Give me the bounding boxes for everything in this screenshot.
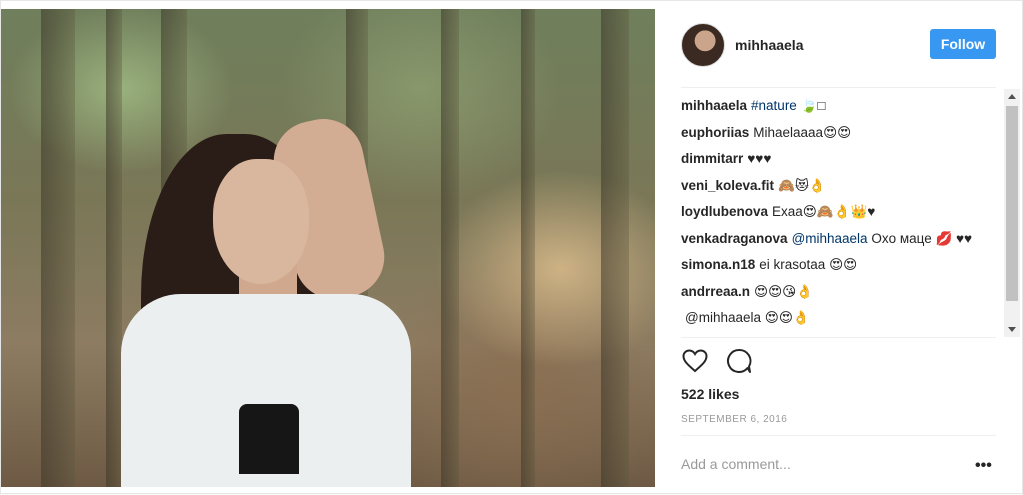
comment-username[interactable]: simona.n18 xyxy=(681,257,755,272)
scroll-down-arrow-icon[interactable] xyxy=(1008,327,1016,332)
follow-button[interactable]: Follow xyxy=(930,29,996,59)
comment-text: Oxo маце 💋 ♥♥ xyxy=(871,230,973,246)
tree-trunk xyxy=(41,9,75,487)
mention-link[interactable]: @mihhaaela xyxy=(792,231,868,246)
tree-trunk xyxy=(521,9,535,487)
comment-username[interactable]: veni_koleva.fit xyxy=(681,178,774,193)
heart-icon[interactable] xyxy=(681,347,709,375)
post-date[interactable]: SEPTEMBER 6, 2016 xyxy=(681,414,787,425)
comment-item: mihhaaela #nature 🍃□ xyxy=(681,93,1001,120)
add-comment-input[interactable] xyxy=(681,456,941,472)
comment-item: loydlubenova Exaa😍🙈👌👑♥ xyxy=(681,199,1001,226)
divider xyxy=(681,337,996,338)
comment-item: veni_koleva.fit 🙈😻👌 xyxy=(681,173,1001,200)
scrollbar-thumb[interactable] xyxy=(1006,106,1018,301)
comment-username[interactable]: andrreaa.n xyxy=(681,284,750,299)
comment-username[interactable]: loydlubenova xyxy=(681,204,768,219)
divider xyxy=(681,87,996,88)
person-face xyxy=(213,159,309,284)
comment-item: simona.n18 ei krasotaa 😍😍 xyxy=(681,252,1001,279)
comment-text: @mihhaaela 😍😍👌 xyxy=(685,310,810,325)
comment-item: venkadraganova @mihhaaela Oxo маце 💋 ♥♥ xyxy=(681,226,1001,253)
avatar[interactable] xyxy=(681,23,725,67)
post-username[interactable]: mihhaaela xyxy=(735,37,803,53)
comment-list: mihhaaela #nature 🍃□ euphoriias Mihaelaaaa… xyxy=(681,93,1001,336)
comment-text: 🍃□ xyxy=(800,98,826,113)
hashtag-link[interactable]: #nature xyxy=(751,98,797,113)
post-side-panel: mihhaaela Follow mihhaaela #nature 🍃□ eup… xyxy=(655,1,1023,495)
comment-text: 😍😍😘👌 xyxy=(754,283,814,299)
more-options-icon[interactable]: ••• xyxy=(975,457,992,475)
comments-scrollbar[interactable] xyxy=(1004,89,1020,337)
comment-bubble-icon[interactable] xyxy=(725,347,753,375)
likes-count[interactable]: 522 likes xyxy=(681,386,739,402)
comment-username[interactable]: venkadraganova xyxy=(681,231,788,246)
comment-text: Mihaelaaaa😍😍 xyxy=(753,124,852,140)
person-top xyxy=(239,404,299,474)
comment-item: @mihhaaela 😍😍👌 xyxy=(681,305,1001,332)
comment-username[interactable]: euphoriias xyxy=(681,125,749,140)
post-photo[interactable] xyxy=(1,9,655,487)
comment-username[interactable]: mihhaaela xyxy=(681,98,747,113)
comment-text: 🙈😻👌 xyxy=(778,177,826,193)
post-window: mihhaaela Follow mihhaaela #nature 🍃□ eup… xyxy=(0,0,1023,494)
comment-item: euphoriias Mihaelaaaa😍😍 xyxy=(681,120,1001,147)
comment-text: ei krasotaa 😍😍 xyxy=(759,257,858,272)
divider xyxy=(681,435,996,436)
post-header: mihhaaela Follow xyxy=(655,1,1023,87)
post-actions xyxy=(681,347,753,377)
comment-username[interactable]: dimmitarr xyxy=(681,151,743,166)
tree-trunk xyxy=(106,9,122,487)
comment-text: ♥♥♥ xyxy=(747,151,772,166)
tree-trunk xyxy=(441,9,459,487)
tree-trunk xyxy=(601,9,629,487)
comment-item: dimmitarr ♥♥♥ xyxy=(681,146,1001,173)
comment-item: andrreaa.n 😍😍😘👌 xyxy=(681,279,1001,306)
scroll-up-arrow-icon[interactable] xyxy=(1008,94,1016,99)
comment-text: Exaa😍🙈👌👑♥ xyxy=(772,204,876,219)
